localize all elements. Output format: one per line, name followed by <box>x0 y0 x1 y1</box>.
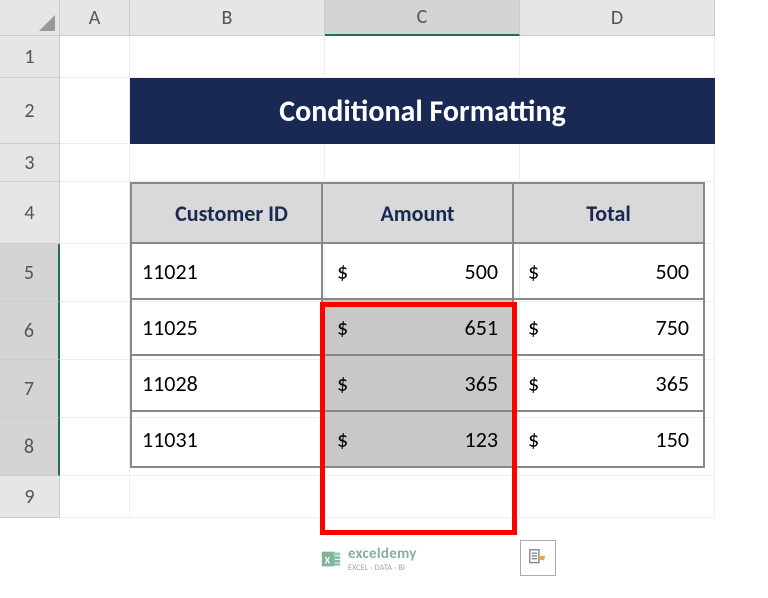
svg-text:X: X <box>325 554 331 567</box>
cell-id[interactable]: 11028 <box>131 355 322 411</box>
row-header-1[interactable]: 1 <box>0 36 60 78</box>
select-all-triangle[interactable] <box>0 0 60 36</box>
cell-amount[interactable]: $123 <box>322 411 513 467</box>
watermark-text: exceldemy <box>348 545 417 563</box>
currency-symbol: $ <box>528 258 539 285</box>
table-row: 11021 $500 $500 <box>131 243 704 299</box>
data-table: Customer ID Amount Total 11021 $500 $500… <box>130 182 705 468</box>
quick-analysis-icon <box>527 547 549 569</box>
row-header-6[interactable]: 6 <box>0 302 60 360</box>
watermark: X exceldemy EXCEL · DATA · BI <box>320 545 470 573</box>
currency-symbol: $ <box>337 314 348 341</box>
table-row: 11028 $365 $365 <box>131 355 704 411</box>
row-header-7[interactable]: 7 <box>0 360 60 418</box>
amount-value: 365 <box>465 370 498 397</box>
column-headers: A B C D <box>60 0 715 36</box>
total-value: 365 <box>656 370 689 397</box>
row-header-8[interactable]: 8 <box>0 418 60 476</box>
header-customer-id[interactable]: Customer ID <box>131 183 322 243</box>
col-header-B[interactable]: B <box>130 0 325 36</box>
cell-id[interactable]: 11025 <box>131 299 322 355</box>
currency-symbol: $ <box>337 258 348 285</box>
row-header-5[interactable]: 5 <box>0 244 60 302</box>
total-value: 150 <box>656 426 689 453</box>
currency-symbol: $ <box>337 426 348 453</box>
col-header-A[interactable]: A <box>60 0 130 36</box>
cell-total[interactable]: $750 <box>513 299 704 355</box>
cell-id[interactable]: 11031 <box>131 411 322 467</box>
header-amount[interactable]: Amount <box>322 183 513 243</box>
title-banner: Conditional Formatting <box>130 78 715 144</box>
col-header-C[interactable]: C <box>325 0 520 36</box>
row-header-3[interactable]: 3 <box>0 144 60 182</box>
row-header-9[interactable]: 9 <box>0 476 60 518</box>
cell-amount[interactable]: $500 <box>322 243 513 299</box>
header-total[interactable]: Total <box>513 183 704 243</box>
table-header-row: Customer ID Amount Total <box>131 183 704 243</box>
quick-analysis-button[interactable] <box>520 540 556 576</box>
table-row: 11025 $651 $750 <box>131 299 704 355</box>
cell-total[interactable]: $500 <box>513 243 704 299</box>
amount-value: 500 <box>465 258 498 285</box>
currency-symbol: $ <box>337 370 348 397</box>
row-header-4[interactable]: 4 <box>0 182 60 244</box>
table-row: 11031 $123 $150 <box>131 411 704 467</box>
row-headers: 1 2 3 4 5 6 7 8 9 <box>0 36 60 518</box>
total-value: 750 <box>656 314 689 341</box>
excel-logo-icon: X <box>320 548 342 570</box>
amount-value: 123 <box>465 426 498 453</box>
col-header-D[interactable]: D <box>520 0 715 36</box>
watermark-subtitle: EXCEL · DATA · BI <box>348 563 417 573</box>
currency-symbol: $ <box>528 370 539 397</box>
currency-symbol: $ <box>528 314 539 341</box>
cell-id[interactable]: 11021 <box>131 243 322 299</box>
row-header-2[interactable]: 2 <box>0 78 60 144</box>
cell-amount[interactable]: $365 <box>322 355 513 411</box>
total-value: 500 <box>656 258 689 285</box>
amount-value: 651 <box>465 314 498 341</box>
spreadsheet-grid: A B C D 1 2 3 4 5 6 7 8 9 Conditional Fo… <box>0 0 768 598</box>
cell-total[interactable]: $150 <box>513 411 704 467</box>
cell-total[interactable]: $365 <box>513 355 704 411</box>
cell-amount[interactable]: $651 <box>322 299 513 355</box>
currency-symbol: $ <box>528 426 539 453</box>
